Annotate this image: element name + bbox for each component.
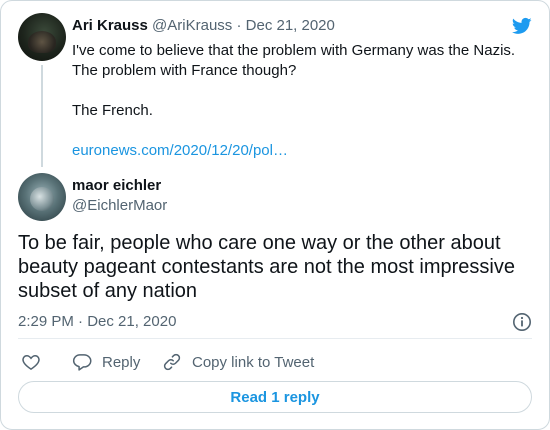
quoted-article-link[interactable]: euronews.com/2020/12/20/pol… — [72, 142, 288, 159]
avatar-ari-krauss[interactable] — [18, 13, 66, 61]
meta-separator: · — [236, 17, 242, 34]
reply-button[interactable]: Reply — [72, 352, 140, 372]
quoted-tweet-header: Ari Krauss @AriKrauss · Dec 21, 2020 — [72, 17, 335, 34]
quoted-author-name[interactable]: Ari Krauss — [72, 17, 148, 34]
quoted-line-1: I've come to believe that the problem wi… — [72, 42, 516, 59]
avatar-maor-eichler[interactable] — [18, 173, 66, 221]
reply-label: Reply — [102, 353, 141, 371]
link-icon — [163, 353, 181, 371]
tweet-embed-card: Ari Krauss @AriKrauss · Dec 21, 2020 I'v… — [0, 0, 550, 430]
quoted-tweet-body: I've come to believe that the problem wi… — [72, 41, 522, 161]
read-replies-button[interactable]: Read 1 reply — [18, 381, 532, 413]
quoted-tweet-date[interactable]: Dec 21, 2020 — [246, 17, 335, 34]
like-button[interactable] — [21, 352, 41, 372]
tweet-timestamp[interactable]: 2:29 PM · Dec 21, 2020 — [18, 313, 176, 330]
info-icon[interactable] — [512, 312, 532, 332]
author-name[interactable]: maor eichler — [72, 177, 161, 194]
copy-link-label: Copy link to Tweet — [192, 353, 315, 371]
tweet-text: To be fair, people who care one way or t… — [18, 232, 515, 302]
twitter-logo-icon[interactable] — [510, 16, 534, 36]
quoted-author-handle[interactable]: @AriKrauss — [152, 17, 232, 34]
author-handle[interactable]: @EichlerMaor — [72, 197, 167, 214]
quoted-line-3: The French. — [72, 102, 153, 119]
quoted-line-2: The problem with France though? — [72, 62, 297, 79]
reply-icon — [72, 354, 92, 371]
divider — [18, 338, 532, 339]
heart-icon — [22, 354, 40, 370]
thread-connector-line — [41, 65, 43, 167]
copy-link-button[interactable]: Copy link to Tweet — [162, 352, 314, 372]
